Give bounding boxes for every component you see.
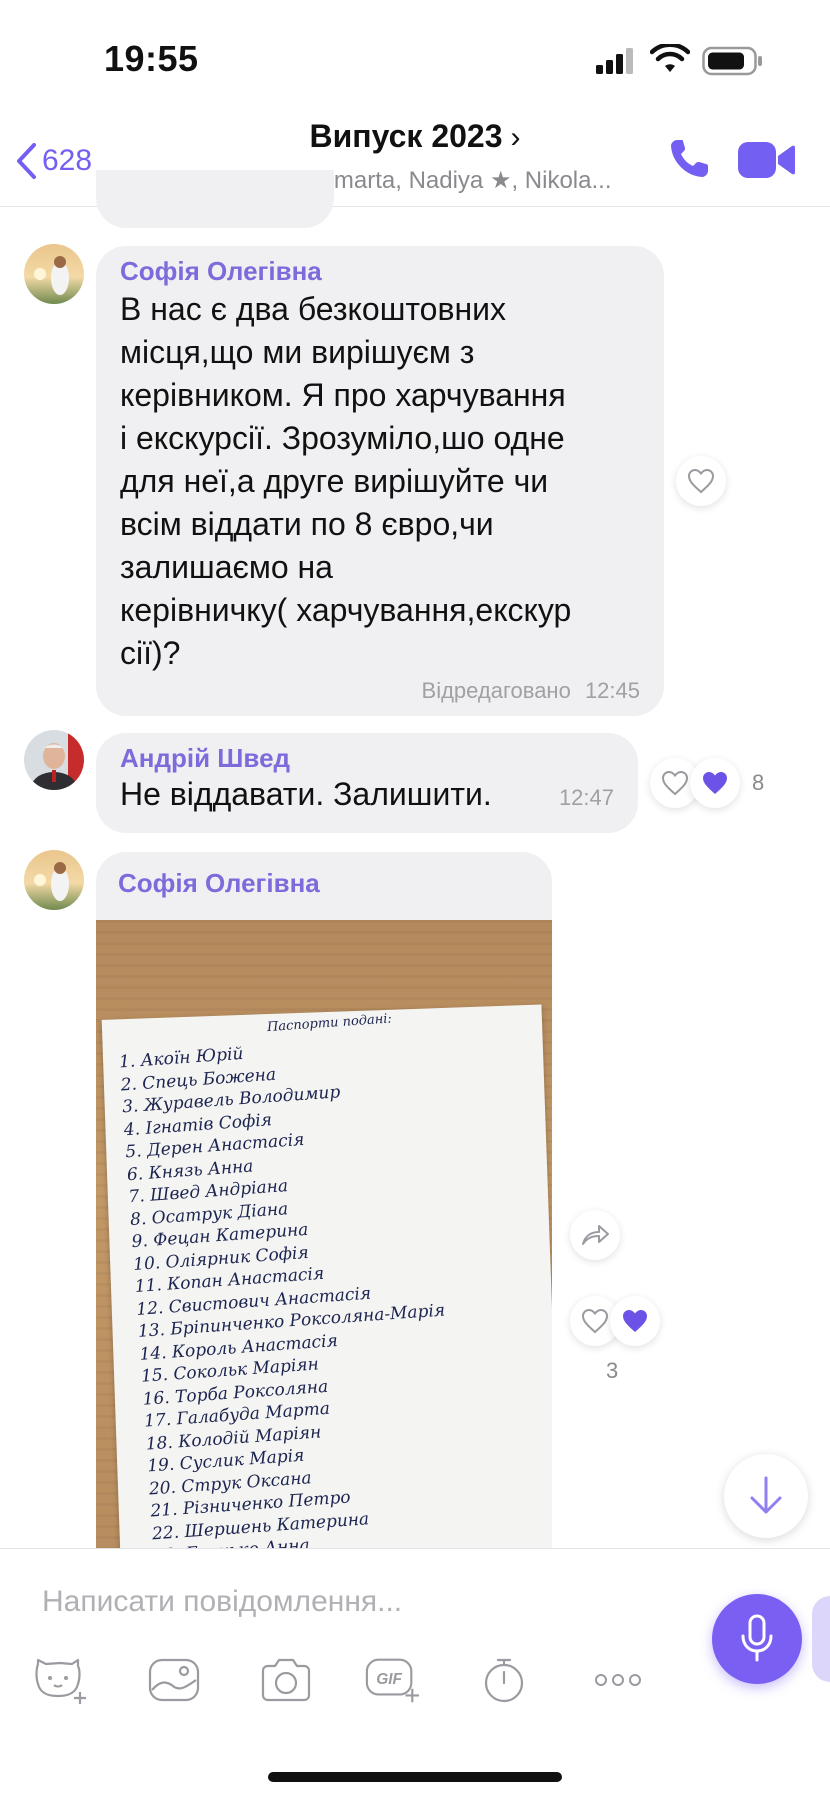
- share-icon: [582, 1225, 609, 1245]
- message-line: для неї,а друге вирішуйте чи: [120, 463, 549, 499]
- like-count: 3: [606, 1358, 619, 1383]
- photo-message-bubble[interactable]: Софія Олегівна Паспорти подані: 1. Акоїн…: [96, 852, 552, 1572]
- like-button[interactable]: [676, 456, 726, 506]
- avatar[interactable]: [24, 850, 84, 910]
- heart-outline-icon: [661, 770, 689, 796]
- gif-button[interactable]: GIF: [364, 1654, 420, 1706]
- status-time: 19:55: [104, 38, 199, 79]
- video-camera-icon[interactable]: [738, 140, 796, 180]
- voice-message-button[interactable]: [712, 1594, 802, 1684]
- reactions-summary[interactable]: [610, 1296, 660, 1346]
- chat-info-chevron: ›: [510, 121, 521, 154]
- arrow-down-icon: [750, 1476, 782, 1514]
- more-icon: [595, 1674, 641, 1686]
- home-indicator[interactable]: [268, 1772, 562, 1782]
- wifi-icon: [650, 44, 690, 72]
- message-meta: Відредаговано 12:45: [422, 678, 640, 704]
- signal-icon: [596, 48, 633, 74]
- message-bubble[interactable]: Андрій Швед Не віддавати. Залишити. 12:4…: [96, 733, 638, 833]
- avatar[interactable]: [24, 244, 84, 304]
- heart-filled-icon: [623, 1310, 647, 1332]
- message-line: керівничку( харчування,екскур: [120, 592, 572, 628]
- timer-button[interactable]: [476, 1654, 532, 1706]
- share-button[interactable]: [570, 1210, 620, 1260]
- battery-icon: [702, 46, 762, 76]
- message-line: сії)?: [120, 635, 181, 671]
- message-line: залишаємо на: [120, 549, 333, 585]
- microphone-icon: [741, 1614, 773, 1662]
- message-time: 12:45: [584, 678, 640, 703]
- camera-icon: [261, 1658, 311, 1702]
- heart-outline-icon: [687, 468, 715, 494]
- chat-title-text: Випуск 2023: [309, 118, 503, 154]
- message-line: і екскурсії. Зрозуміло,шо одне: [120, 420, 565, 456]
- sender-name[interactable]: Софія Олегівна: [120, 256, 322, 287]
- message-text: В нас є два безкоштовних місця,що ми вир…: [120, 288, 650, 675]
- reactions-summary[interactable]: [690, 758, 740, 808]
- message-bubble[interactable]: Софія Олегівна В нас є два безкоштовних …: [96, 246, 664, 716]
- photo[interactable]: Паспорти подані: 1. Акоїн Юрій 2. Спець …: [96, 920, 552, 1572]
- gallery-button[interactable]: [146, 1654, 202, 1706]
- like-count: 8: [752, 770, 765, 795]
- sticker-icon: [35, 1658, 86, 1704]
- message-line: В нас є два безкоштовних: [120, 291, 507, 327]
- message-time: 12:47: [558, 785, 614, 810]
- sender-name[interactable]: Андрій Швед: [120, 743, 290, 774]
- gallery-icon: [148, 1658, 200, 1702]
- camera-button[interactable]: [258, 1654, 314, 1706]
- gif-icon: GIF: [365, 1658, 420, 1703]
- message-text: Не віддавати. Залишити.: [120, 776, 492, 812]
- scroll-to-bottom-button[interactable]: [724, 1454, 808, 1538]
- message-line: місця,що ми вирішуєм з: [120, 334, 475, 370]
- sender-name[interactable]: Софія Олегівна: [118, 868, 320, 899]
- heart-filled-icon: [703, 772, 727, 794]
- previous-message-bubble: [96, 170, 334, 228]
- message-input[interactable]: [40, 1579, 684, 1625]
- heart-outline-icon: [581, 1308, 609, 1334]
- message-line: керівником. Я про харчування: [120, 377, 566, 413]
- more-button[interactable]: [590, 1654, 646, 1706]
- handwritten-list: Паспорти подані: 1. Акоїн Юрій 2. Спець …: [117, 1003, 552, 1572]
- phone-icon[interactable]: [668, 136, 712, 180]
- svg-text:GIF: GIF: [376, 1671, 402, 1688]
- message-line: всім віддати по 8 євро,чи: [120, 506, 494, 542]
- timer-icon: [484, 1658, 524, 1703]
- sticker-button[interactable]: [32, 1654, 88, 1706]
- edited-label: Відредаговано: [421, 678, 571, 703]
- send-button-edge: [812, 1596, 830, 1682]
- avatar[interactable]: [24, 730, 84, 790]
